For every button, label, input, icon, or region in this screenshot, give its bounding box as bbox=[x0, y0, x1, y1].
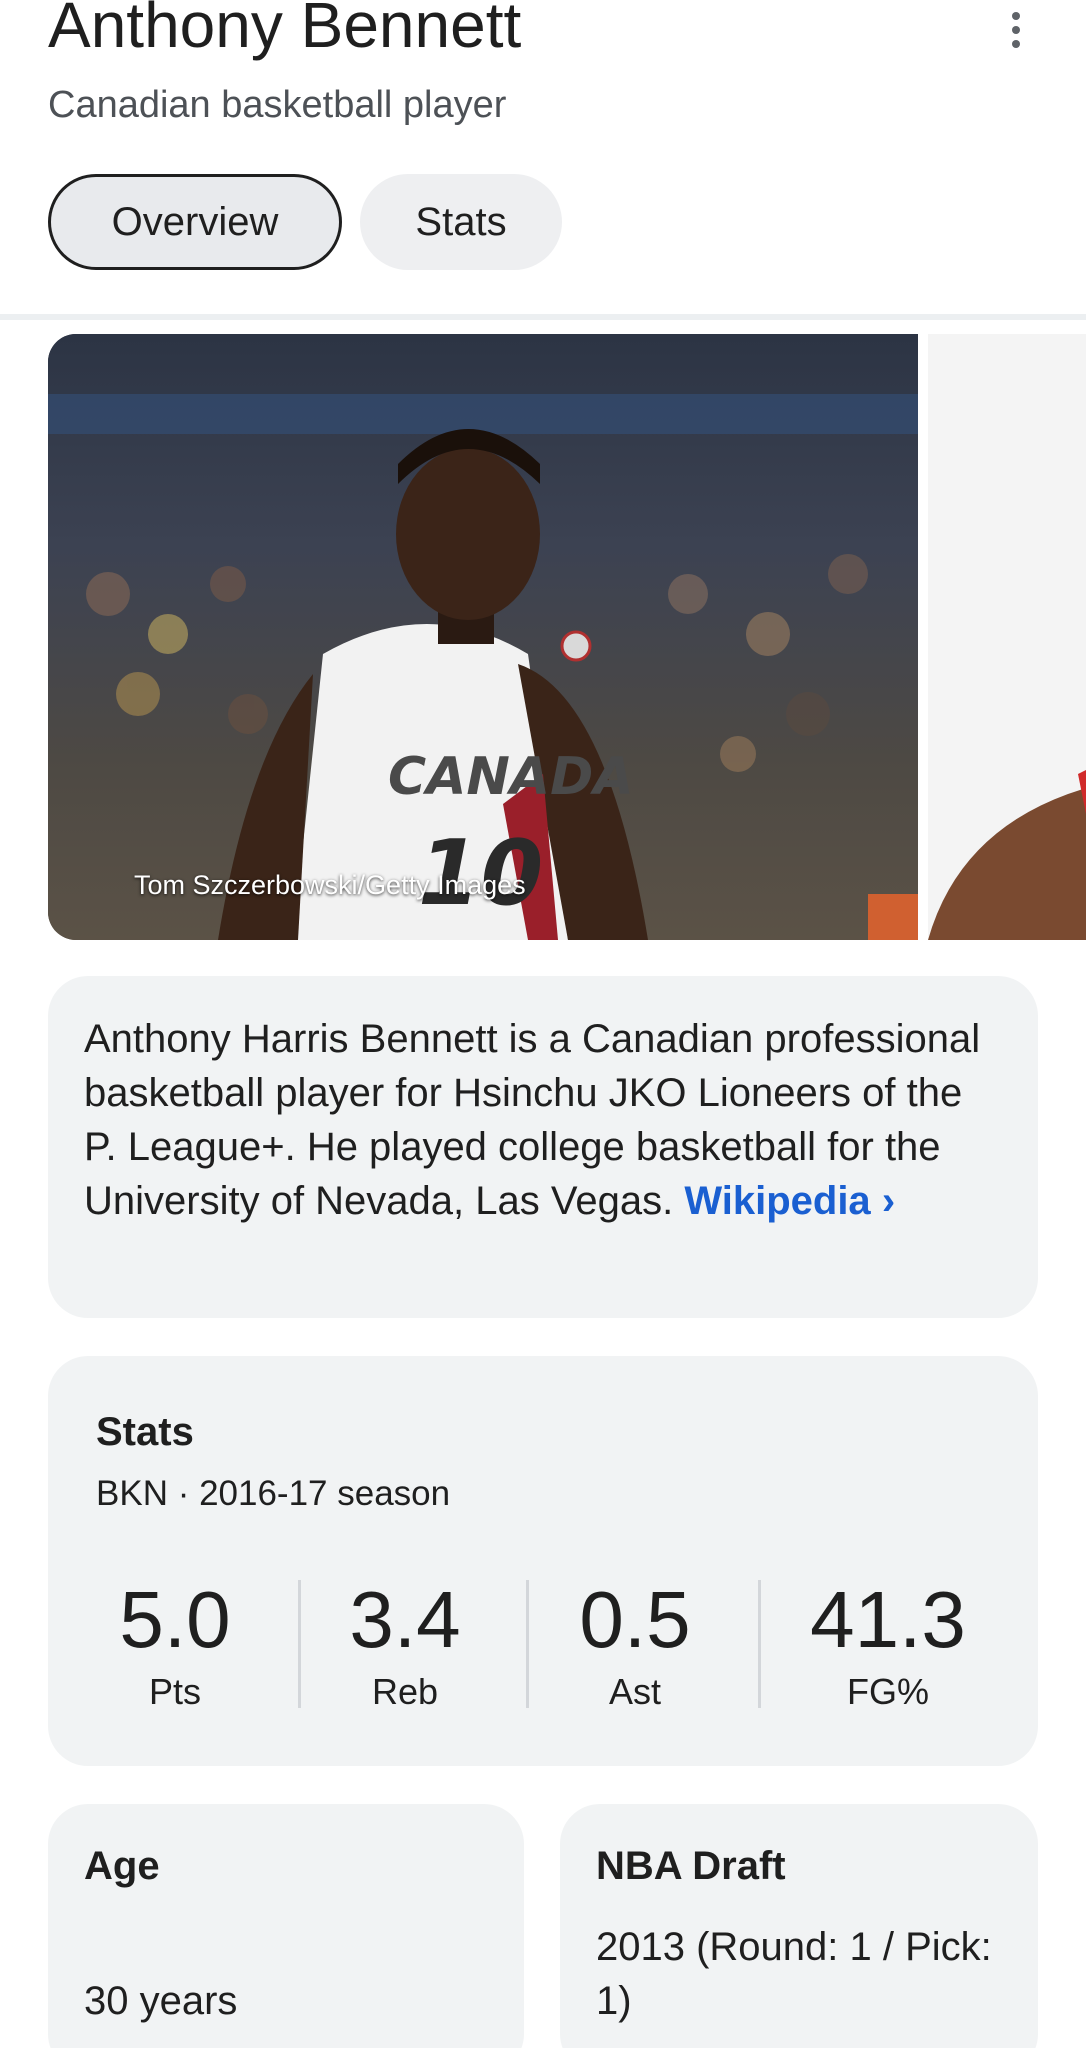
stat-value: 5.0 bbox=[119, 1575, 231, 1664]
chevron-right-icon: › bbox=[881, 1179, 896, 1223]
player-photo-illustration: CANADA 10 bbox=[48, 334, 918, 940]
stat-assists: 0.5 Ast bbox=[568, 1574, 702, 1714]
nba-draft-value: 2013 (Round: 1 / Pick: 1) bbox=[596, 1925, 992, 2023]
description-card: Anthony Harris Bennett is a Canadian pro… bbox=[48, 976, 1038, 1318]
age-card[interactable]: Age 30 years bbox=[48, 1804, 524, 2048]
panel-header: Anthony Bennett Canadian basketball play… bbox=[0, 0, 1086, 320]
stat-value: 0.5 bbox=[579, 1575, 691, 1664]
stats-title: Stats bbox=[96, 1410, 194, 1454]
stat-label: Reb bbox=[371, 1671, 439, 1712]
tab-overview[interactable]: Overview bbox=[48, 174, 342, 270]
stat-divider bbox=[526, 1580, 529, 1708]
header-divider bbox=[0, 314, 1086, 320]
stat-divider bbox=[758, 1580, 761, 1708]
stat-label: FG% bbox=[846, 1671, 929, 1712]
stat-rebounds: 3.4 Reb bbox=[338, 1574, 472, 1714]
stats-card[interactable]: Stats BKN · 2016-17 season 5.0 Pts 3.4 R… bbox=[48, 1356, 1038, 1766]
page-subtitle: Canadian basketball player bbox=[48, 84, 507, 126]
age-value: 30 years bbox=[84, 1979, 238, 2023]
stat-value: 3.4 bbox=[349, 1575, 461, 1664]
nba-draft-card[interactable]: NBA Draft 2013 (Round: 1 / Pick: 1) bbox=[560, 1804, 1038, 2048]
stats-season: BKN · 2016-17 season bbox=[96, 1474, 451, 1513]
image-carousel[interactable]: CANADA 10 Tom Szczerbowski/Getty Images bbox=[0, 334, 1086, 940]
stat-points: 5.0 Pts bbox=[108, 1574, 242, 1714]
tab-stats[interactable]: Stats bbox=[360, 174, 562, 270]
description-text: Anthony Harris Bennett is a Canadian pro… bbox=[84, 1012, 1002, 1228]
next-photo-thumbnail[interactable] bbox=[928, 334, 1086, 940]
kebab-dot bbox=[1012, 26, 1020, 34]
age-label: Age bbox=[84, 1844, 160, 1888]
knowledge-panel: Anthony Bennett Canadian basketball play… bbox=[0, 0, 1086, 2048]
player-photo[interactable]: CANADA 10 Tom Szczerbowski/Getty Images bbox=[48, 334, 918, 940]
stat-label: Ast bbox=[608, 1671, 661, 1712]
wikipedia-link[interactable]: Wikipedia › bbox=[684, 1179, 895, 1223]
more-options-icon[interactable] bbox=[994, 8, 1038, 52]
stat-divider bbox=[298, 1580, 301, 1708]
next-photo-illustration bbox=[928, 334, 1086, 940]
kebab-dot bbox=[1012, 40, 1020, 48]
stat-fg-percent: 41.3 FG% bbox=[798, 1574, 978, 1714]
kebab-dot bbox=[1012, 12, 1020, 20]
svg-text:CANADA: CANADA bbox=[388, 747, 634, 807]
photo-credit: Tom Szczerbowski/Getty Images bbox=[134, 870, 526, 900]
page-title: Anthony Bennett bbox=[48, 0, 522, 61]
stat-value: 41.3 bbox=[810, 1575, 966, 1664]
stat-label: Pts bbox=[148, 1671, 201, 1712]
wikipedia-link-label: Wikipedia bbox=[684, 1179, 871, 1223]
nba-draft-label: NBA Draft bbox=[596, 1844, 786, 1888]
